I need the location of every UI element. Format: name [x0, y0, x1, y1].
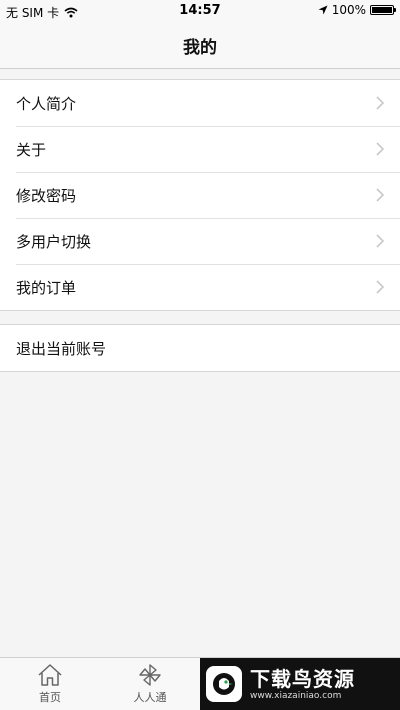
- menu-item-label: 修改密码: [16, 186, 77, 205]
- tab-home[interactable]: 首页: [0, 658, 100, 710]
- tab-label: 首页: [39, 691, 61, 704]
- logout-button[interactable]: 退出当前账号: [0, 325, 400, 371]
- chevron-right-icon: [376, 96, 384, 110]
- chevron-right-icon: [376, 188, 384, 202]
- menu-item-label: 多用户切换: [16, 232, 92, 251]
- tab-renrentong[interactable]: 人人通: [100, 658, 200, 710]
- chevron-right-icon: [376, 280, 384, 294]
- battery-icon: [370, 5, 396, 15]
- logout-group: 退出当前账号: [0, 324, 400, 372]
- watermark-text: 下载鸟资源 www.xiazainiao.com: [250, 667, 355, 702]
- home-icon: [38, 664, 62, 686]
- status-right: 100%: [318, 3, 396, 17]
- menu-item-label: 个人简介: [16, 94, 77, 113]
- chevron-right-icon: [376, 234, 384, 248]
- location-arrow-icon: [318, 5, 328, 15]
- watermark-banner: 下载鸟资源 www.xiazainiao.com: [200, 658, 400, 710]
- menu-item-about[interactable]: 关于: [0, 126, 400, 172]
- settings-menu: 个人简介 关于 修改密码 多用户切换 我的订单: [0, 79, 400, 311]
- logout-label: 退出当前账号: [16, 339, 107, 358]
- pinwheel-icon: [139, 664, 161, 686]
- menu-item-change-password[interactable]: 修改密码: [0, 172, 400, 218]
- watermark-title: 下载鸟资源: [250, 666, 355, 691]
- nav-bar: 我的: [0, 22, 400, 69]
- menu-item-my-orders[interactable]: 我的订单: [0, 264, 400, 310]
- battery-percent: 100%: [331, 3, 366, 17]
- menu-item-profile[interactable]: 个人简介: [0, 80, 400, 126]
- menu-item-switch-user[interactable]: 多用户切换: [0, 218, 400, 264]
- status-bar: 无 SIM 卡 14:57 100%: [0, 0, 400, 22]
- menu-item-label: 关于: [16, 140, 47, 159]
- watermark-url: www.xiazainiao.com: [250, 690, 342, 701]
- page-title: 我的: [183, 37, 217, 58]
- bird-logo-icon: [206, 666, 242, 702]
- chevron-right-icon: [376, 142, 384, 156]
- tab-label: 人人通: [133, 691, 167, 704]
- battery-level: [372, 7, 392, 13]
- menu-item-label: 我的订单: [16, 278, 77, 297]
